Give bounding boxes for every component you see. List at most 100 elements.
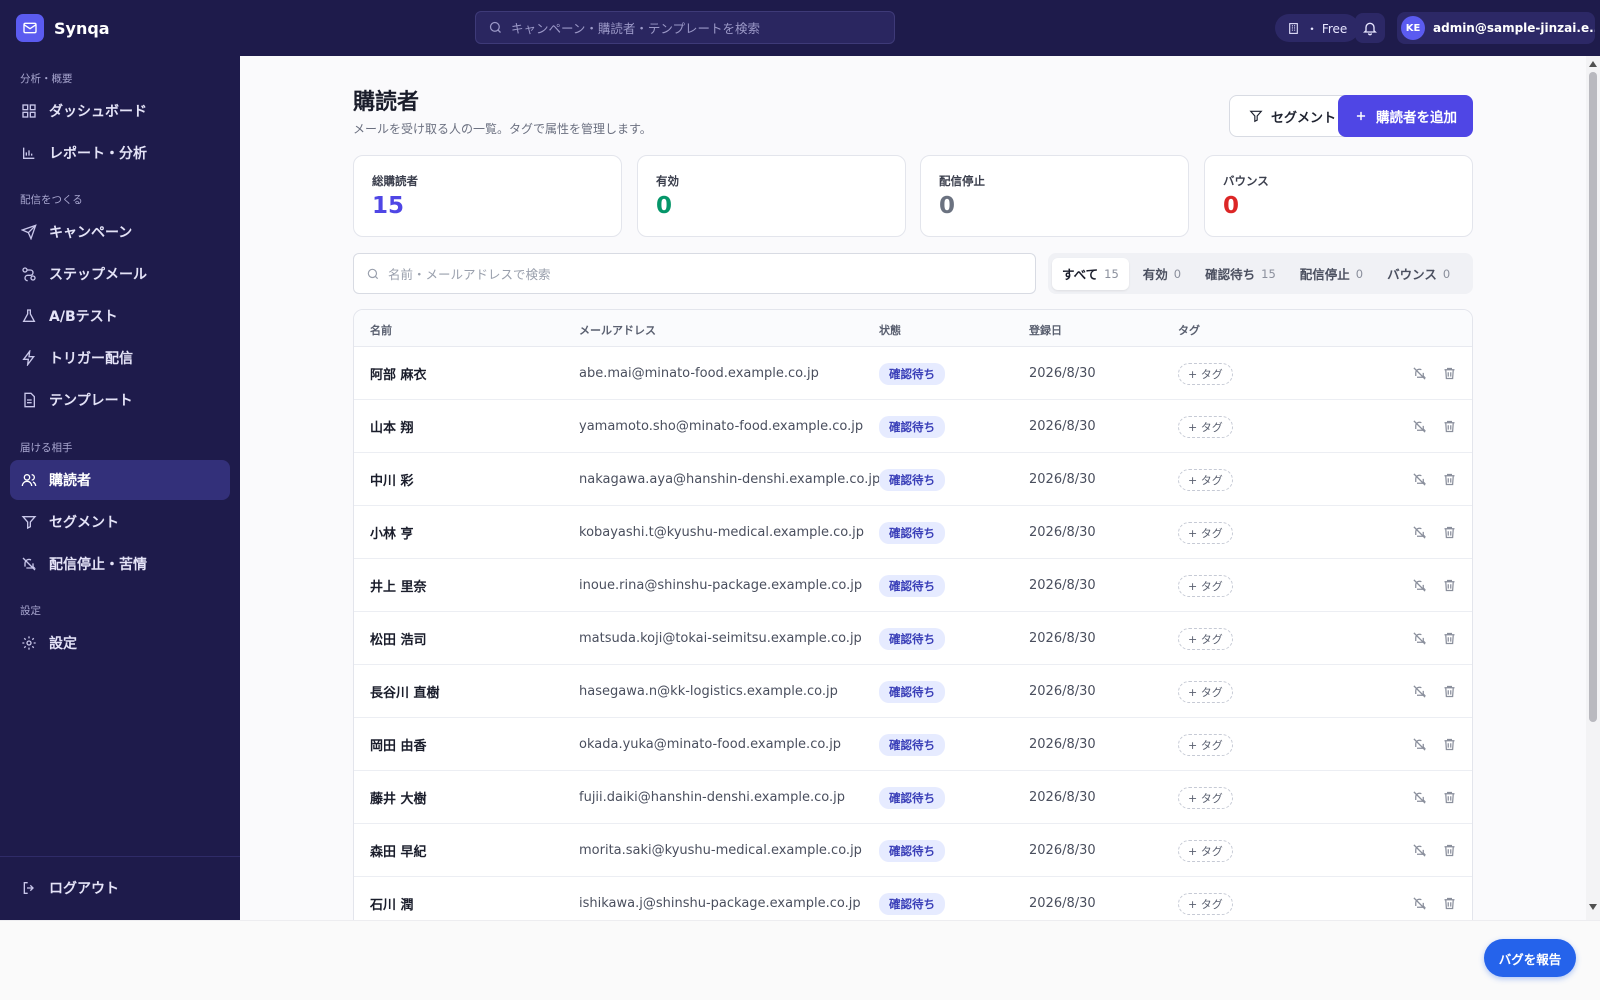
registered-date: 2026/8/30 <box>1029 472 1096 487</box>
tag-cell: + タグ <box>1178 347 1233 400</box>
sidebar-item-trigger[interactable]: トリガー配信 <box>10 338 230 378</box>
add-tag-button[interactable]: + タグ <box>1178 892 1233 915</box>
scroll-up-arrow-icon[interactable] <box>1589 61 1597 67</box>
unsubscribe-button[interactable] <box>1412 400 1427 453</box>
table-row[interactable]: 松田 浩司 matsuda.koji@tokai-seimitsu.example… <box>354 612 1472 665</box>
sidebar-item-subscribers[interactable]: 購読者 <box>10 460 230 500</box>
unsubscribe-button[interactable] <box>1412 612 1427 665</box>
column-header-email[interactable]: メールアドレス <box>579 322 656 338</box>
add-tag-button[interactable]: + タグ <box>1178 362 1233 385</box>
unsubscribe-button[interactable] <box>1412 771 1427 824</box>
sidebar-item-settings[interactable]: 設定 <box>10 623 230 663</box>
unsubscribe-button[interactable] <box>1412 824 1427 877</box>
plan-badge[interactable]: ・ Free <box>1275 14 1360 42</box>
add-tag-button[interactable]: + タグ <box>1178 521 1233 544</box>
delete-button[interactable] <box>1442 665 1457 718</box>
add-tag-button[interactable]: + タグ <box>1178 574 1233 597</box>
global-search-input[interactable]: キャンペーン・購読者・テンプレートを検索 <box>475 11 895 44</box>
account-menu[interactable]: KE admin@sample-jinzai.e... <box>1397 12 1595 44</box>
unsubscribe-button[interactable] <box>1412 559 1427 612</box>
delete-button[interactable] <box>1442 877 1457 920</box>
sidebar-item-campaigns[interactable]: キャンペーン <box>10 212 230 252</box>
table-row[interactable]: 中川 彩 nakagawa.aya@hanshin-denshi.example.… <box>354 453 1472 506</box>
column-header-date[interactable]: 登録日 <box>1029 322 1062 338</box>
tab-unsubscribed[interactable]: 配信停止 0 <box>1290 258 1373 290</box>
status-cell: 確認待ち <box>879 506 945 559</box>
subscriber-email: ishikawa.j@shinshu-package.example.co.jp <box>579 896 861 911</box>
stat-value: 15 <box>372 193 405 219</box>
sidebar-item-templates[interactable]: テンプレート <box>10 380 230 420</box>
table-row[interactable]: 小林 亨 kobayashi.t@kyushu-medical.example.c… <box>354 506 1472 559</box>
page-subtitle: メールを受け取る人の一覧。タグで属性を管理します。 <box>353 122 652 136</box>
add-subscriber-button[interactable]: 購読者を追加 <box>1338 95 1473 137</box>
delete-button[interactable] <box>1442 506 1457 559</box>
unsubscribe-button[interactable] <box>1412 877 1427 920</box>
unsubscribe-button[interactable] <box>1412 453 1427 506</box>
segment-button[interactable]: セグメント <box>1229 95 1356 137</box>
bolt-icon <box>22 350 35 366</box>
sidebar-item-dashboard[interactable]: ダッシュボード <box>10 91 230 131</box>
delete-button[interactable] <box>1442 612 1457 665</box>
table-row[interactable]: 森田 早紀 morita.saki@kyushu-medical.example.… <box>354 824 1472 877</box>
table-row[interactable]: 長谷川 直樹 hasegawa.n@kk-logistics.example.co… <box>354 665 1472 718</box>
unsubscribe-button[interactable] <box>1412 347 1427 400</box>
add-tag-button[interactable]: + タグ <box>1178 839 1233 862</box>
notifications-button[interactable] <box>1355 13 1385 43</box>
unsubscribe-button[interactable] <box>1412 506 1427 559</box>
delete-button[interactable] <box>1442 453 1457 506</box>
add-tag-button[interactable]: + タグ <box>1178 415 1233 438</box>
add-tag-button[interactable]: + タグ <box>1178 680 1233 703</box>
scroll-thumb[interactable] <box>1589 72 1597 722</box>
search-icon <box>489 21 501 33</box>
column-header-name[interactable]: 名前 <box>370 322 392 338</box>
sidebar-item-unsubscribes[interactable]: 配信停止・苦情 <box>10 544 230 584</box>
page-title: 購読者 <box>353 90 420 115</box>
table-row[interactable]: 岡田 由香 okada.yuka@minato-food.example.co.j… <box>354 718 1472 771</box>
add-tag-button[interactable]: + タグ <box>1178 627 1233 650</box>
sidebar-item-reports[interactable]: レポート・分析 <box>10 133 230 173</box>
tab-active[interactable]: 有効 0 <box>1133 258 1191 290</box>
stat-card-active: 有効 0 <box>637 155 906 237</box>
delete-button[interactable] <box>1442 400 1457 453</box>
tab-pending[interactable]: 確認待ち 15 <box>1195 258 1286 290</box>
delete-button[interactable] <box>1442 771 1457 824</box>
bell-off-icon <box>1413 526 1427 539</box>
tab-bounced[interactable]: バウンス 0 <box>1377 258 1460 290</box>
app-logo[interactable]: Synqa <box>16 14 110 42</box>
delete-button[interactable] <box>1442 559 1457 612</box>
table-header: 名前 メールアドレス 状態 登録日 タグ <box>354 310 1472 347</box>
subscriber-email: nakagawa.aya@hanshin-denshi.example.co.j… <box>579 472 881 487</box>
table-row[interactable]: 井上 里奈 inoue.rina@shinshu-package.example.… <box>354 559 1472 612</box>
delete-button[interactable] <box>1442 347 1457 400</box>
bug-report-button[interactable]: バグを報告 <box>1484 939 1576 977</box>
unsubscribe-button[interactable] <box>1412 718 1427 771</box>
scrollbar[interactable] <box>1586 56 1600 920</box>
table-row[interactable]: 山本 翔 yamamoto.sho@minato-food.example.co.… <box>354 400 1472 453</box>
sidebar-item-segments[interactable]: セグメント <box>10 502 230 542</box>
subscriber-search-input[interactable]: 名前・メールアドレスで検索 <box>353 253 1036 294</box>
sidebar-item-label: テンプレート <box>49 393 133 409</box>
sidebar-item-ab-test[interactable]: A/Bテスト <box>10 296 230 336</box>
subscriber-email: fujii.daiki@hanshin-denshi.example.co.jp <box>579 790 845 805</box>
table-row[interactable]: 阿部 麻衣 abe.mai@minato-food.example.co.jp 確認… <box>354 347 1472 400</box>
logout-button[interactable]: ログアウト <box>10 868 230 908</box>
bell-off-icon <box>1413 579 1427 592</box>
unsubscribe-button[interactable] <box>1412 665 1427 718</box>
sidebar-item-label: 購読者 <box>49 473 91 489</box>
sidebar-item-label: ステップメール <box>49 267 147 283</box>
scroll-down-arrow-icon[interactable] <box>1589 904 1597 910</box>
add-tag-button[interactable]: + タグ <box>1178 468 1233 491</box>
add-tag-button[interactable]: + タグ <box>1178 733 1233 756</box>
trash-icon <box>1444 579 1455 592</box>
table-row[interactable]: 石川 潤 ishikawa.j@shinshu-package.example.c… <box>354 877 1472 920</box>
tab-all[interactable]: すべて 15 <box>1052 257 1129 290</box>
add-tag-button[interactable]: + タグ <box>1178 786 1233 809</box>
delete-button[interactable] <box>1442 824 1457 877</box>
table-row[interactable]: 藤井 大樹 fujii.daiki@hanshin-denshi.example.… <box>354 771 1472 824</box>
subscriber-email: yamamoto.sho@minato-food.example.co.jp <box>579 419 864 434</box>
delete-button[interactable] <box>1442 718 1457 771</box>
sidebar-item-step-mail[interactable]: ステップメール <box>10 254 230 294</box>
status-badge: 確認待ち <box>879 786 945 809</box>
subscriber-name: 井上 里奈 <box>370 580 427 595</box>
column-header-status[interactable]: 状態 <box>879 322 901 338</box>
